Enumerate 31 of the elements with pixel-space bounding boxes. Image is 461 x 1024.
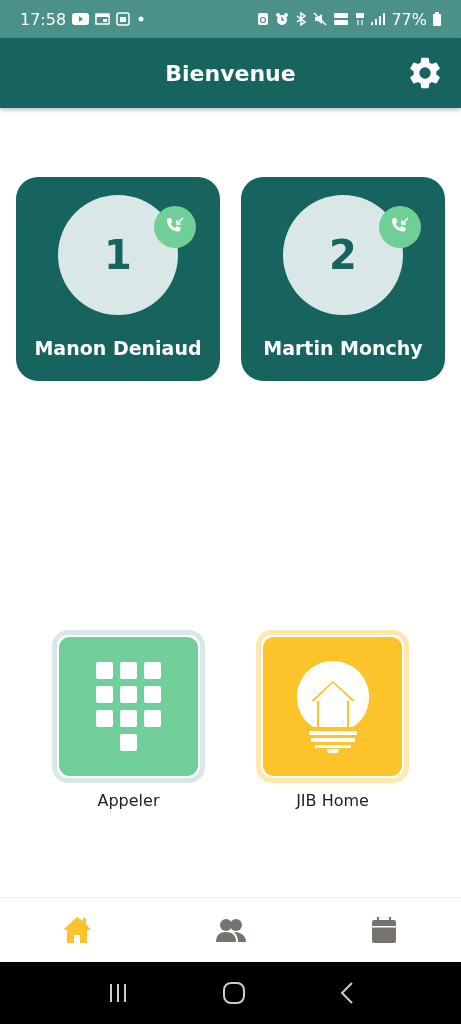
recent-apps-icon[interactable] xyxy=(107,983,128,1003)
dialpad-icon xyxy=(96,662,161,751)
calendar-icon xyxy=(372,917,397,943)
contact-number: 2 xyxy=(329,232,357,278)
header-title: Bienvenue xyxy=(165,60,296,86)
status-time: 17:58 xyxy=(20,9,67,29)
back-icon[interactable] xyxy=(339,982,354,1004)
contact-card[interactable]: 2 Martin Monchy xyxy=(241,177,445,381)
contact-card[interactable]: 1 Manon Deniaud xyxy=(16,177,220,381)
incoming-call-icon xyxy=(379,206,421,248)
mute-icon xyxy=(313,12,328,26)
incoming-call-icon xyxy=(154,206,196,248)
lightbulb-house-icon xyxy=(296,660,369,753)
app-label: JIB Home xyxy=(296,791,369,810)
app-tile[interactable] xyxy=(256,630,409,783)
video-icon xyxy=(72,13,90,25)
signal-icon xyxy=(371,13,386,25)
battery-percent: 77% xyxy=(391,9,427,29)
alarm-icon xyxy=(275,12,290,26)
calendar-icon xyxy=(116,12,131,26)
people-icon xyxy=(215,918,246,942)
contact-name: Manon Deniaud xyxy=(34,337,202,359)
app-label: Appeler xyxy=(97,791,160,810)
home-button-icon[interactable] xyxy=(222,982,245,1004)
app-tile[interactable] xyxy=(52,630,205,783)
home-icon xyxy=(61,915,92,945)
contact-name: Martin Monchy xyxy=(263,337,423,359)
contact-number: 1 xyxy=(104,232,132,278)
bluetooth-icon xyxy=(295,12,308,26)
battery-icon xyxy=(433,12,441,26)
window-icon xyxy=(95,13,111,25)
